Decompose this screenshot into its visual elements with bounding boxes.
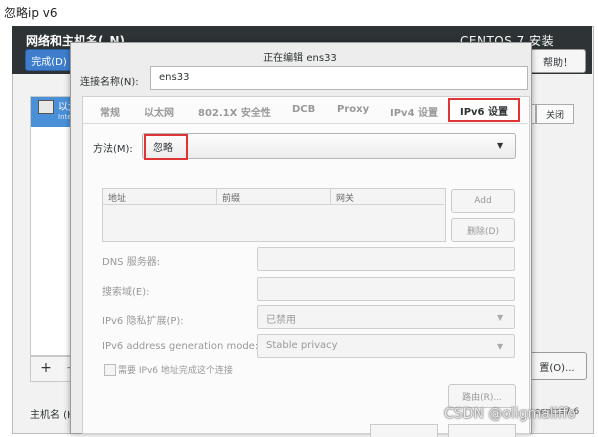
chevron-down-icon: ▼: [497, 141, 504, 150]
search-domains-label: 搜索域(E):: [102, 287, 150, 298]
address-generation-value: Stable privacy: [266, 340, 338, 351]
tab-ipv6-settings[interactable]: IPv6 设置: [448, 98, 520, 122]
dialog-title: 正在编辑 ens33: [263, 53, 337, 64]
column-divider: [216, 188, 217, 204]
page-caption: 忽略ip v6: [4, 6, 58, 20]
privacy-extensions-label: IPv6 隐私扩展(P):: [102, 316, 184, 327]
column-address: 地址: [108, 194, 127, 204]
network-card-icon: [38, 100, 54, 114]
chevron-down-icon: ▼: [497, 342, 504, 351]
address-generation-label: IPv6 address generation mode:: [102, 341, 259, 352]
dns-input[interactable]: [257, 247, 515, 271]
routes-button[interactable]: 路由(R)...: [448, 384, 516, 408]
require-ipv6-checkbox[interactable]: [104, 364, 116, 376]
column-prefix: 前缀: [222, 194, 241, 204]
tab-ipv4-settings[interactable]: IPv4 设置: [390, 104, 438, 119]
connection-name-input[interactable]: [150, 66, 528, 90]
connection-name-value: ens33: [159, 72, 190, 83]
dns-label: DNS 服务器:: [102, 257, 161, 268]
delete-address-button[interactable]: 删除(D): [451, 218, 515, 242]
dialog-save-button[interactable]: [448, 424, 516, 437]
chevron-down-icon: ▼: [497, 313, 504, 322]
help-button[interactable]: 帮助！: [530, 49, 586, 73]
configure-button[interactable]: 置(O)...: [527, 352, 587, 380]
tab-general[interactable]: 常规: [100, 104, 120, 119]
dialog-cancel-button[interactable]: [370, 424, 438, 437]
privacy-extensions-value: 已禁用: [266, 315, 296, 326]
column-gateway: 网关: [336, 194, 355, 204]
csdn-watermark: CSDN @oligmaliffo: [444, 406, 576, 422]
add-device-button[interactable]: +: [36, 360, 56, 376]
done-button[interactable]: 完成(D): [25, 49, 73, 71]
tab-proxy[interactable]: Proxy: [337, 104, 369, 115]
add-address-button[interactable]: Add: [451, 189, 515, 213]
method-label: 方法(M):: [93, 144, 133, 155]
method-dropdown[interactable]: [142, 133, 516, 159]
tab-divider: [83, 123, 528, 124]
address-table-header: [102, 188, 444, 205]
network-toggle-off[interactable]: 关闭: [536, 104, 574, 124]
column-divider: [330, 188, 331, 204]
tab-8021x-security[interactable]: 802.1X 安全性: [198, 104, 271, 119]
connection-name-label: 连接名称(N):: [80, 77, 139, 88]
method-value: 忽略: [153, 143, 173, 154]
tab-dcb[interactable]: DCB: [292, 104, 315, 115]
require-ipv6-label: 需要 IPv6 地址完成这个连接: [118, 366, 233, 376]
tab-ethernet[interactable]: 以太网: [144, 104, 174, 119]
search-domains-input[interactable]: [257, 277, 515, 301]
